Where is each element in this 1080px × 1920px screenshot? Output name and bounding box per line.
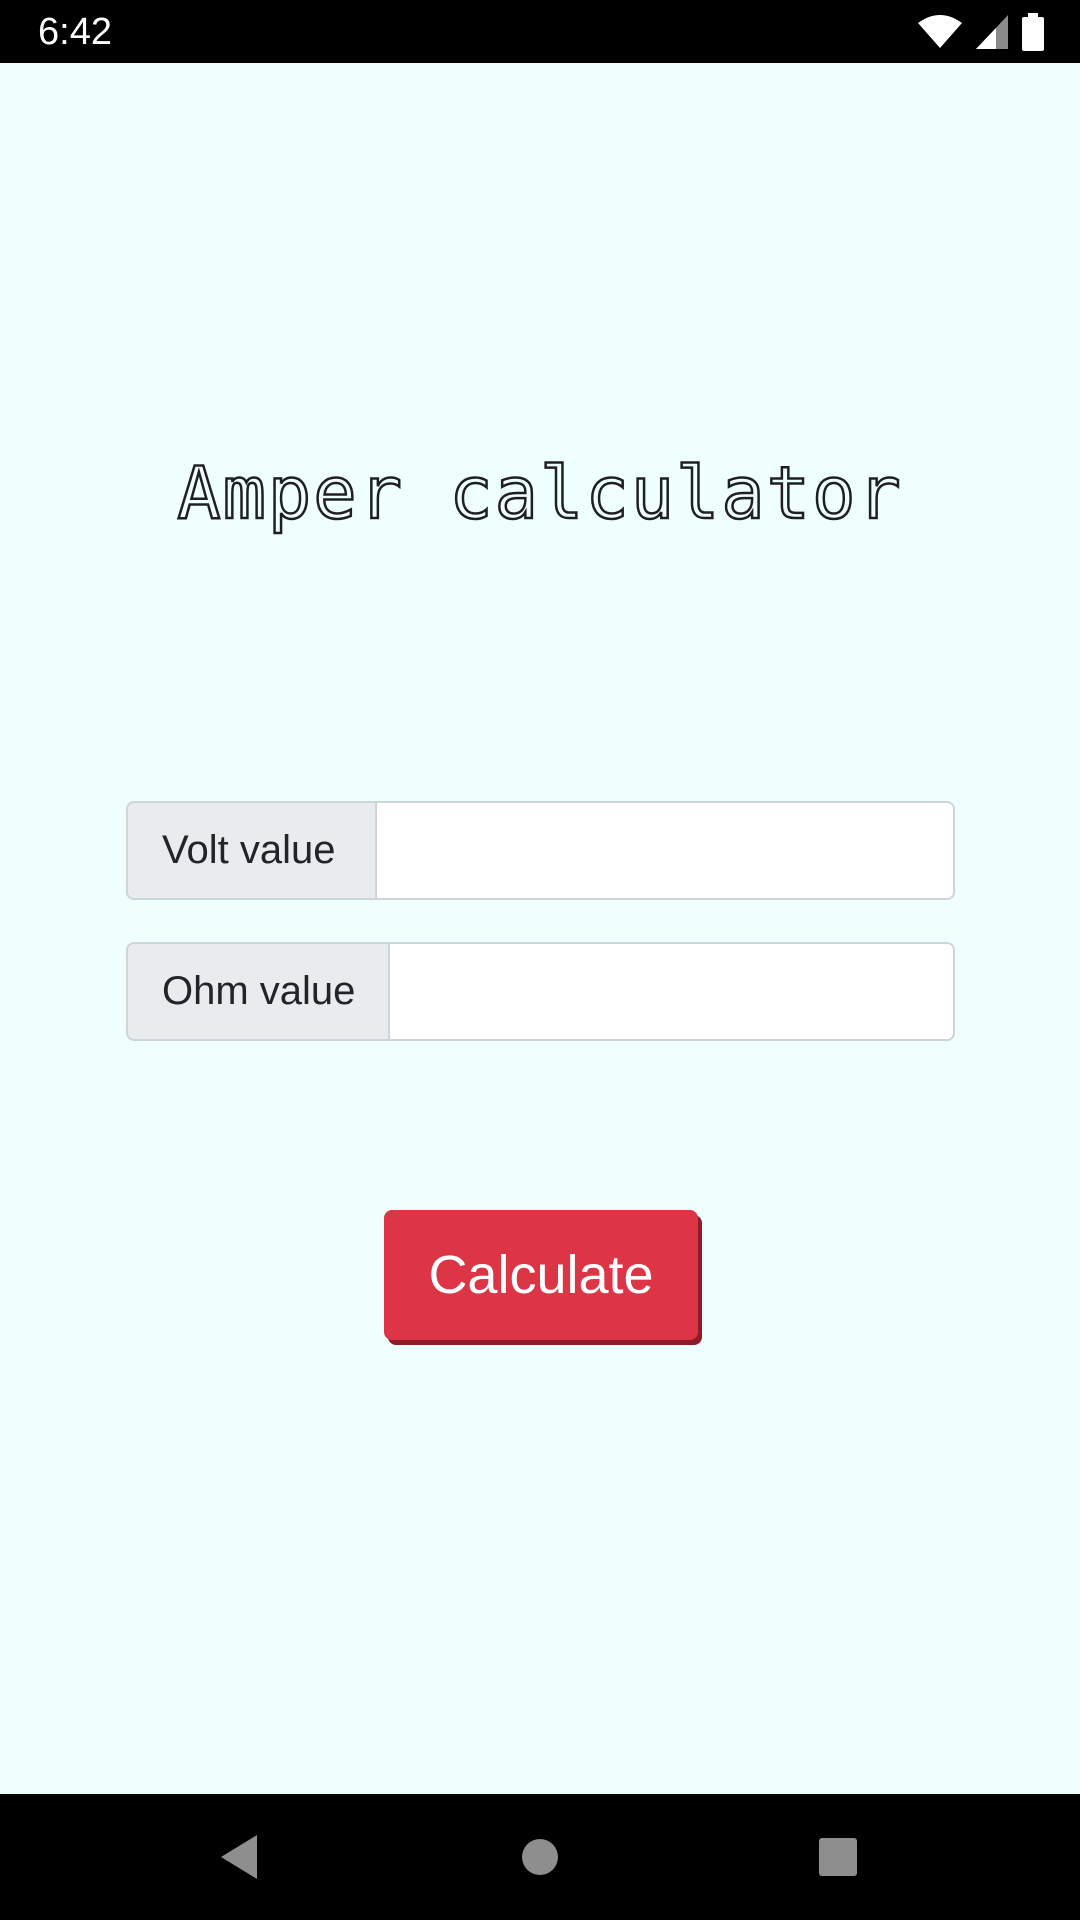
calculate-button[interactable]: Calculate: [384, 1210, 698, 1340]
app-screen: Amper calculator Volt value Ohm value Ca…: [0, 63, 1080, 1794]
battery-icon: [1022, 13, 1044, 51]
cell-signal-icon: [976, 15, 1008, 49]
volt-input[interactable]: [377, 801, 955, 900]
ohm-input-group: Ohm value: [126, 942, 955, 1041]
navigation-bar: [0, 1794, 1080, 1920]
status-time: 6:42: [38, 11, 112, 53]
recents-button[interactable]: [803, 1822, 873, 1892]
back-icon: [221, 1835, 257, 1879]
status-icons: [918, 12, 1044, 52]
status-bar: 6:42: [0, 0, 1080, 63]
recents-icon: [819, 1838, 857, 1876]
home-icon: [522, 1839, 558, 1875]
volt-input-group: Volt value: [126, 801, 955, 900]
ohm-input[interactable]: [390, 942, 955, 1041]
page-title: Amper calculator: [176, 450, 903, 537]
ohm-label: Ohm value: [126, 942, 390, 1041]
home-button[interactable]: [505, 1822, 575, 1892]
wifi-icon: [918, 15, 962, 48]
volt-label: Volt value: [126, 801, 377, 900]
back-button[interactable]: [204, 1822, 274, 1892]
